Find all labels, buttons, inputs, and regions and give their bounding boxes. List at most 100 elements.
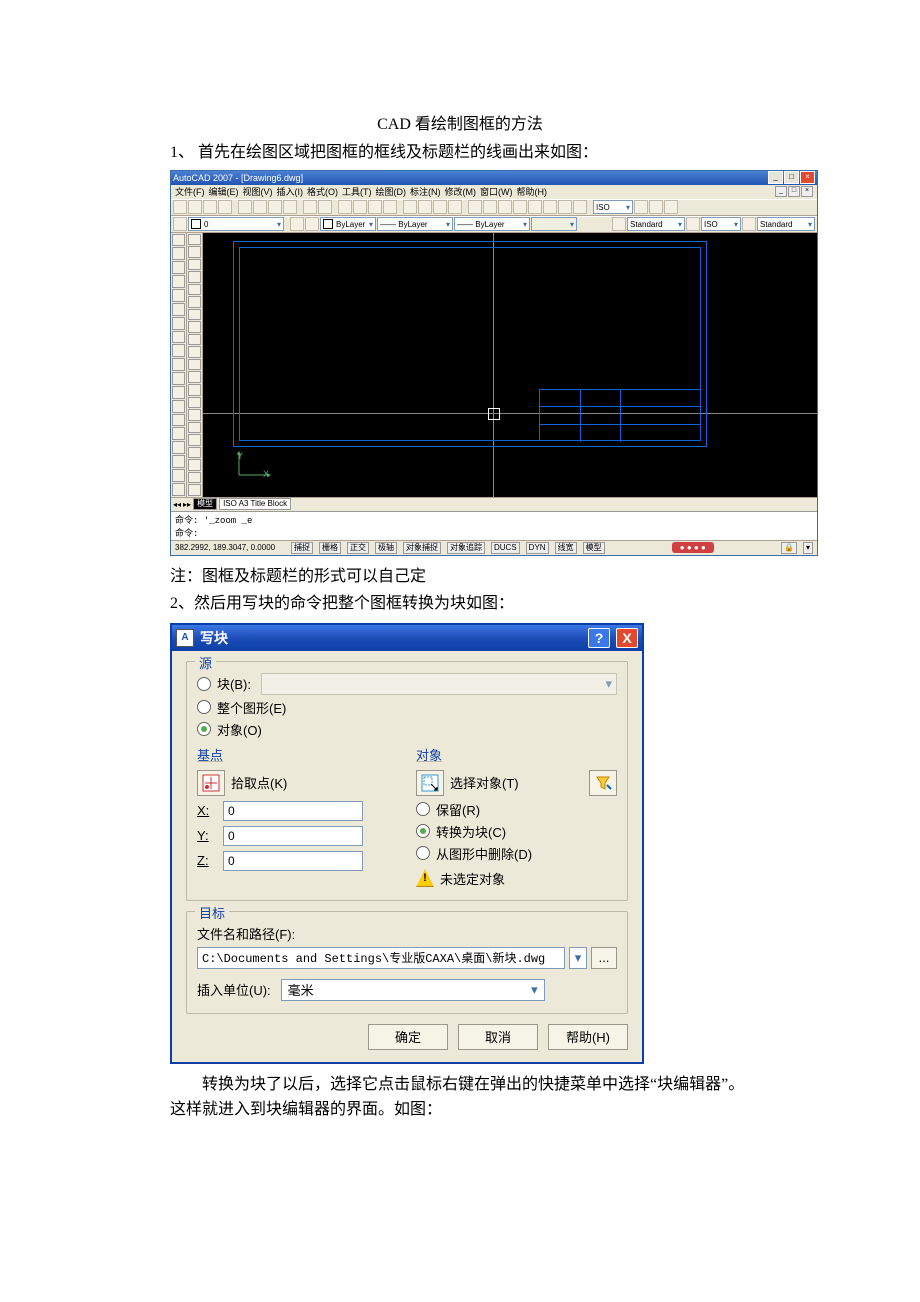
tool-line-icon[interactable] xyxy=(172,234,185,247)
radio-convert[interactable] xyxy=(416,824,430,838)
menu-format[interactable]: 格式(O) xyxy=(307,185,338,198)
tool-redo-icon[interactable] xyxy=(318,200,332,214)
tool-tp-icon[interactable] xyxy=(433,200,447,214)
tool-dim6-icon[interactable] xyxy=(543,200,557,214)
tool-point-icon[interactable] xyxy=(172,414,185,427)
tool-grad-icon[interactable] xyxy=(172,441,185,454)
menu-dim[interactable]: 标注(N) xyxy=(410,185,441,198)
status-ortho[interactable]: 正交 xyxy=(347,542,369,554)
color-icon[interactable] xyxy=(290,217,304,231)
tool-fillet-icon[interactable] xyxy=(188,409,201,421)
pick-point-button[interactable] xyxy=(197,770,225,796)
tool-pan-icon[interactable] xyxy=(338,200,352,214)
tool-xline-icon[interactable] xyxy=(172,247,185,260)
tool-arc-icon[interactable] xyxy=(172,303,185,316)
tool-m3-icon[interactable] xyxy=(188,459,201,471)
tool-dim-icon[interactable] xyxy=(468,200,482,214)
tool-dim8-icon[interactable] xyxy=(573,200,587,214)
cancel-button[interactable]: 取消 xyxy=(458,1024,538,1050)
tool-open-icon[interactable] xyxy=(188,200,202,214)
tool-trim-icon[interactable] xyxy=(188,346,201,358)
x-input[interactable]: 0 xyxy=(223,801,363,821)
tool-rect-icon[interactable] xyxy=(172,289,185,302)
tool-revcloud-icon[interactable] xyxy=(172,331,185,344)
plotstyle-dropdown[interactable]: ▾ xyxy=(531,217,577,231)
doc-max-icon[interactable]: □ xyxy=(788,186,800,197)
textstyle-icon[interactable] xyxy=(612,217,626,231)
tool-array-icon[interactable] xyxy=(188,284,201,296)
status-osnap[interactable]: 对象捕捉 xyxy=(403,542,441,554)
status-snap[interactable]: 捕捉 xyxy=(291,542,313,554)
status-lock-icon[interactable]: 🔒 xyxy=(781,542,797,554)
radio-entire-drawing[interactable] xyxy=(197,700,211,714)
radio-retain[interactable] xyxy=(416,802,430,816)
tool-region-icon[interactable] xyxy=(172,455,185,468)
color-dropdown[interactable]: ByLayer▾ xyxy=(320,217,376,231)
dialog-help-icon[interactable]: ? xyxy=(588,628,610,648)
select-objects-button[interactable] xyxy=(416,770,444,796)
tool-pline-icon[interactable] xyxy=(172,261,185,274)
lineweight-dropdown[interactable]: —— ByLayer▾ xyxy=(454,217,530,231)
tool-hatch-icon[interactable] xyxy=(172,427,185,440)
close-button[interactable]: × xyxy=(800,171,815,184)
tool-new-icon[interactable] xyxy=(173,200,187,214)
z-input[interactable]: 0 xyxy=(223,851,363,871)
browse-button[interactable]: ... xyxy=(591,947,617,969)
quick-select-button[interactable] xyxy=(589,770,617,796)
doc-min-icon[interactable]: _ xyxy=(775,186,787,197)
tool-offset-icon[interactable] xyxy=(188,271,201,283)
maximize-button[interactable]: □ xyxy=(784,171,799,184)
ltype-icon[interactable] xyxy=(305,217,319,231)
comm-center-icon[interactable]: ● ● ● ● xyxy=(672,542,714,553)
dimstyle2-dropdown[interactable]: ISO▾ xyxy=(701,217,741,231)
tool-insert-icon[interactable] xyxy=(172,386,185,399)
tool-join-icon[interactable] xyxy=(188,384,201,396)
tool-rotate-icon[interactable] xyxy=(188,309,201,321)
layer-mgr-icon[interactable] xyxy=(173,217,187,231)
tool-dim4-icon[interactable] xyxy=(513,200,527,214)
filepath-dropdown-icon[interactable]: ▾ xyxy=(569,947,587,969)
tool-dim3-icon[interactable] xyxy=(498,200,512,214)
tab-model[interactable]: 模型 xyxy=(193,498,217,510)
drawing-canvas[interactable]: Y X xyxy=(203,233,817,497)
tool-prop-icon[interactable] xyxy=(403,200,417,214)
tool-m2-icon[interactable] xyxy=(188,447,201,459)
help-button[interactable]: 帮助(H) xyxy=(548,1024,628,1050)
block-name-dropdown[interactable]: ▾ xyxy=(261,673,617,695)
tool-zoomprev-icon[interactable] xyxy=(383,200,397,214)
tool-scale-icon[interactable] xyxy=(188,321,201,333)
radio-objects[interactable] xyxy=(197,722,211,736)
tool-circle-icon[interactable] xyxy=(172,317,185,330)
tool-plot-icon[interactable] xyxy=(218,200,232,214)
tool-mirror-icon[interactable] xyxy=(188,259,201,271)
layer-dropdown[interactable]: 0▾ xyxy=(188,217,284,231)
tool-erase-icon[interactable] xyxy=(188,234,201,246)
radio-block[interactable] xyxy=(197,677,211,691)
y-input[interactable]: 0 xyxy=(223,826,363,846)
status-model[interactable]: 模型 xyxy=(583,542,605,554)
tool-table-icon[interactable] xyxy=(172,469,185,482)
status-dyn[interactable]: DYN xyxy=(526,542,549,554)
status-lwt[interactable]: 线宽 xyxy=(555,542,577,554)
status-polar[interactable]: 极轴 xyxy=(375,542,397,554)
menu-view[interactable]: 视图(V) xyxy=(243,185,273,198)
tool-chamfer-icon[interactable] xyxy=(188,397,201,409)
tool-a2-icon[interactable] xyxy=(649,200,663,214)
tool-m1-icon[interactable] xyxy=(188,434,201,446)
command-line[interactable]: 命令: '_zoom _e 命令: xyxy=(171,511,817,540)
tab-arrow-left-icon[interactable]: ◂◂ xyxy=(173,500,181,509)
tool-m4-icon[interactable] xyxy=(188,472,201,484)
tool-spline-icon[interactable] xyxy=(172,344,185,357)
tool-explode-icon[interactable] xyxy=(188,422,201,434)
doc-close-icon[interactable]: × xyxy=(801,186,813,197)
tool-break-icon[interactable] xyxy=(188,371,201,383)
tool-undo-icon[interactable] xyxy=(303,200,317,214)
tool-ssm-icon[interactable] xyxy=(448,200,462,214)
dimstyle-dropdown[interactable]: ISO▾ xyxy=(593,200,633,214)
tool-a1-icon[interactable] xyxy=(634,200,648,214)
tool-ellipse-icon[interactable] xyxy=(172,358,185,371)
tool-copy2-icon[interactable] xyxy=(188,246,201,258)
units-dropdown[interactable]: 毫米 ▾ xyxy=(281,979,545,1001)
menu-draw[interactable]: 绘图(D) xyxy=(376,185,407,198)
tool-block-icon[interactable] xyxy=(172,400,185,413)
